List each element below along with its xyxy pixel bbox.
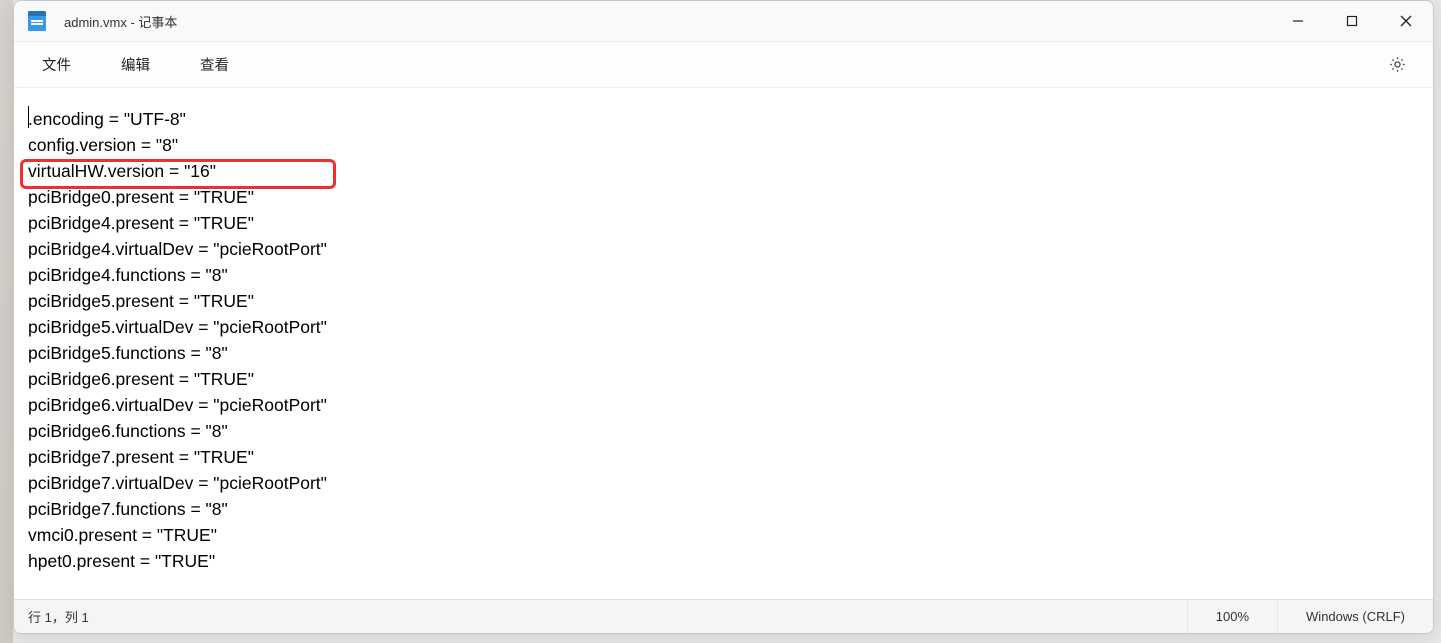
text-line[interactable]: pciBridge6.virtualDev = "pcieRootPort" [28, 392, 1419, 418]
text-line[interactable]: pciBridge6.present = "TRUE" [28, 366, 1419, 392]
status-cursor-position: 行 1，列 1 [14, 607, 89, 626]
text-line[interactable]: pciBridge7.functions = "8" [28, 496, 1419, 522]
desktop-left-edge [0, 0, 13, 643]
text-line[interactable]: pciBridge5.virtualDev = "pcieRootPort" [28, 314, 1419, 340]
text-line[interactable]: vmci0.present = "TRUE" [28, 522, 1419, 548]
status-zoom[interactable]: 100% [1187, 600, 1277, 633]
window-title: admin.vmx - 记事本 [64, 12, 177, 31]
maximize-button[interactable] [1325, 1, 1379, 42]
text-line[interactable]: pciBridge4.present = "TRUE" [28, 210, 1419, 236]
text-line[interactable]: config.version = "8" [28, 132, 1419, 158]
text-line[interactable]: pciBridge4.functions = "8" [28, 262, 1419, 288]
menu-edit[interactable]: 编辑 [107, 48, 164, 81]
close-button[interactable] [1379, 1, 1433, 42]
notepad-icon [28, 11, 46, 31]
minimize-button[interactable] [1271, 1, 1325, 42]
statusbar: 行 1，列 1 100% Windows (CRLF) [14, 599, 1433, 633]
text-line[interactable]: pciBridge5.functions = "8" [28, 340, 1419, 366]
settings-button[interactable] [1379, 47, 1415, 83]
menubar: 文件 编辑 查看 [14, 42, 1433, 88]
titlebar[interactable]: admin.vmx - 记事本 [14, 1, 1433, 42]
text-line[interactable]: pciBridge7.virtualDev = "pcieRootPort" [28, 470, 1419, 496]
text-line[interactable]: pciBridge6.functions = "8" [28, 418, 1419, 444]
text-line[interactable]: hpet0.present = "TRUE" [28, 548, 1419, 574]
text-line[interactable]: .encoding = "UTF-8" [28, 106, 1419, 132]
window-controls [1271, 1, 1433, 42]
notepad-window: admin.vmx - 记事本 文件 编辑 查看 .encoding = "UT… [13, 0, 1434, 634]
text-line-highlighted[interactable]: virtualHW.version = "16" [28, 158, 1419, 184]
status-line-ending[interactable]: Windows (CRLF) [1277, 600, 1433, 633]
menu-file[interactable]: 文件 [28, 48, 85, 81]
text-line[interactable]: pciBridge7.present = "TRUE" [28, 444, 1419, 470]
text-line[interactable]: pciBridge0.present = "TRUE" [28, 184, 1419, 210]
text-caret [28, 106, 29, 128]
editor-area[interactable]: .encoding = "UTF-8"config.version = "8"v… [14, 88, 1433, 599]
text-line[interactable]: pciBridge5.present = "TRUE" [28, 288, 1419, 314]
text-line[interactable]: pciBridge4.virtualDev = "pcieRootPort" [28, 236, 1419, 262]
menu-view[interactable]: 查看 [186, 48, 243, 81]
